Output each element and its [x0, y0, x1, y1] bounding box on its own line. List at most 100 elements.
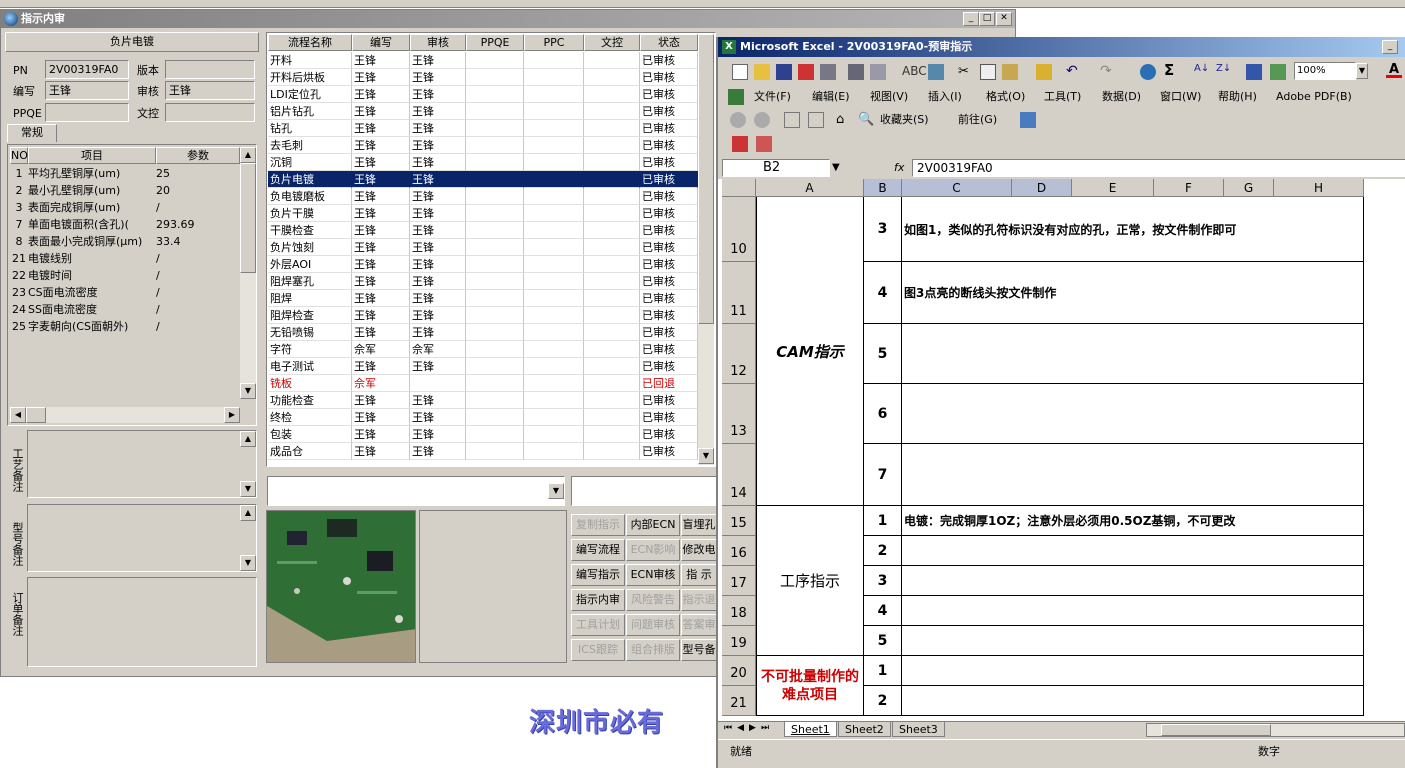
param-row[interactable]: 25 字麦朝向(CS面朝外) / [10, 318, 240, 335]
row-header[interactable]: 15 [722, 506, 756, 536]
forward-icon[interactable] [754, 112, 770, 128]
function-button[interactable]: 风险警告 [626, 589, 680, 611]
row-header[interactable]: 13 [722, 384, 756, 444]
process-row[interactable]: 负电镀磨板 王锋 王锋 已审核 [268, 188, 698, 205]
goto-menu[interactable]: 前往(G) [958, 112, 997, 128]
instruction-cell[interactable] [902, 626, 1364, 656]
tab-general[interactable]: 常规 [7, 124, 57, 142]
process-col-header[interactable]: PPC [524, 34, 584, 51]
process-combo[interactable]: ▼ [267, 476, 565, 506]
param-row[interactable]: 7 单面电镀面积(含孔)(293.69 [10, 216, 240, 233]
row-header[interactable]: 21 [722, 686, 756, 716]
excel-minimize-button[interactable]: _ [1382, 40, 1398, 54]
ppqe-field[interactable] [45, 103, 129, 122]
param-row[interactable]: 2 最小孔壁铜厚(um) 20 [10, 182, 240, 199]
menu-item[interactable]: 视图(V) [870, 87, 908, 107]
process-row[interactable]: 包装 王锋 王锋 已审核 [268, 426, 698, 443]
process-row[interactable]: 成品仓 王锋 王锋 已审核 [268, 443, 698, 460]
param-row[interactable]: 21 电镀线别 / [10, 250, 240, 267]
pdf-icon[interactable] [798, 64, 814, 80]
process-row[interactable]: 电子测试 王锋 王锋 已审核 [268, 358, 698, 375]
column-header[interactable]: C [902, 179, 1012, 197]
column-header[interactable]: E [1072, 179, 1154, 197]
zoom-box[interactable]: 100% [1294, 62, 1356, 80]
fx-icon[interactable]: fx [894, 159, 904, 177]
scroll-left-icon[interactable]: ◀ [10, 407, 26, 423]
undo-icon[interactable]: ↶ [1066, 63, 1082, 79]
format-painter-icon[interactable] [1036, 64, 1052, 80]
item-number-cell[interactable]: 3 [864, 566, 902, 596]
menu-item[interactable]: 帮助(H) [1218, 87, 1257, 107]
scroll-down-icon[interactable]: ▼ [240, 383, 256, 399]
process-row[interactable]: 阻焊检查 王锋 王锋 已审核 [268, 307, 698, 324]
row-header[interactable]: 10 [722, 197, 756, 262]
process-row[interactable]: 开料后烘板 王锋 王锋 已审核 [268, 69, 698, 86]
hscroll-thumb[interactable] [26, 407, 46, 423]
process-col-header[interactable]: 文控 [584, 34, 640, 51]
scroll-thumb[interactable] [698, 34, 714, 324]
process-col-header[interactable]: PPQE [466, 34, 524, 51]
params-vscroll[interactable]: ▲ ▼ [240, 147, 256, 399]
column-header[interactable]: A [756, 179, 864, 197]
redo-icon[interactable]: ↷ [1100, 63, 1116, 79]
params-hscroll[interactable]: ◀ ▶ [10, 407, 240, 423]
column-header[interactable]: D [1012, 179, 1072, 197]
column-header[interactable]: F [1154, 179, 1224, 197]
process-note-field[interactable]: ▲ ▼ [27, 430, 257, 498]
instruction-cell[interactable] [902, 384, 1364, 444]
process-row[interactable]: 阻焊 王锋 王锋 已审核 [268, 290, 698, 307]
item-number-cell[interactable]: 2 [864, 536, 902, 566]
maximize-button[interactable]: □ [979, 12, 995, 26]
sort-descending-icon[interactable]: Z↓ [1216, 63, 1232, 79]
process-row[interactable]: 开料 王锋 王锋 已审核 [268, 52, 698, 69]
print-icon[interactable] [848, 64, 864, 80]
item-number-cell[interactable]: 1 [864, 506, 902, 536]
function-button[interactable]: 型号备 [681, 639, 717, 661]
process-row[interactable]: 去毛刺 王锋 王锋 已审核 [268, 137, 698, 154]
function-button[interactable]: ECN审核 [626, 564, 680, 586]
instruction-cell[interactable] [902, 596, 1364, 626]
process-row[interactable]: LDI定位孔 王锋 王锋 已审核 [268, 86, 698, 103]
item-number-cell[interactable]: 7 [864, 444, 902, 506]
instruction-cell[interactable] [902, 324, 1364, 384]
cut-icon[interactable]: ✂ [958, 64, 974, 80]
column-header[interactable]: H [1274, 179, 1364, 197]
row-header[interactable]: 16 [722, 536, 756, 566]
convert-pdf-icon[interactable] [732, 136, 748, 152]
item-number-cell[interactable]: 2 [864, 686, 902, 716]
param-row[interactable]: 3 表面完成铜厚(um) / [10, 199, 240, 216]
row-header[interactable]: 20 [722, 656, 756, 686]
param-row[interactable]: 23 CS面电流密度 / [10, 284, 240, 301]
writer-field[interactable]: 王锋 [45, 81, 129, 100]
param-row[interactable]: 24 SS面电流密度 / [10, 301, 240, 318]
param-col-header[interactable]: 项目 [28, 147, 156, 164]
chevron-down-icon[interactable]: ▼ [1356, 63, 1368, 79]
function-button[interactable]: 答案审 [681, 614, 717, 636]
home-icon[interactable]: ⌂ [836, 112, 852, 128]
reviewer-field[interactable]: 王锋 [165, 81, 255, 100]
function-button[interactable]: 问题审核 [626, 614, 680, 636]
item-number-cell[interactable]: 6 [864, 384, 902, 444]
hyperlink-icon[interactable] [1140, 64, 1156, 80]
instruction-cell[interactable]: 如图1，类似的孔符标识没有对应的孔，正常，按文件制作即可 [902, 197, 1364, 262]
function-button[interactable]: ECN影响 [626, 539, 680, 561]
instruction-cell[interactable] [902, 686, 1364, 716]
function-button[interactable]: 复制指示 [571, 514, 625, 536]
scroll-up-icon[interactable]: ▲ [240, 505, 256, 521]
search-icon[interactable]: 🔍 [858, 112, 874, 128]
process-row[interactable]: 钻孔 王锋 王锋 已审核 [268, 120, 698, 137]
scroll-right-icon[interactable]: ▶ [224, 407, 240, 423]
process-row[interactable]: 铣板 佘军 已回退 [268, 375, 698, 392]
function-button[interactable]: 工具计划 [571, 614, 625, 636]
scroll-down-icon[interactable]: ▼ [698, 448, 714, 464]
process-group-label[interactable]: 工序指示 [756, 506, 864, 656]
convert-pdf-email-icon[interactable] [756, 136, 772, 152]
process-col-header[interactable]: 审核 [410, 34, 466, 51]
model-note-field[interactable]: ▲ ▼ [27, 504, 257, 572]
minimize-button[interactable]: _ [963, 12, 979, 26]
function-button[interactable]: 编写指示 [571, 564, 625, 586]
process-row[interactable]: 无铅喷锡 王锋 王锋 已审核 [268, 324, 698, 341]
sort-ascending-icon[interactable]: A↓ [1194, 63, 1210, 79]
process-row[interactable]: 功能检查 王锋 王锋 已审核 [268, 392, 698, 409]
copy-icon[interactable] [980, 64, 996, 80]
